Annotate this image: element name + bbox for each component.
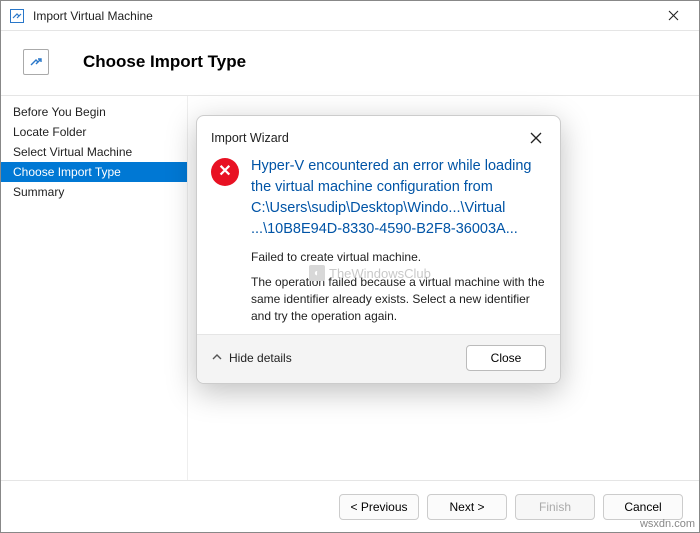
dialog-close-x[interactable] <box>524 126 548 150</box>
hide-details-label: Hide details <box>229 351 292 365</box>
app-icon <box>9 8 25 24</box>
next-button[interactable]: Next > <box>427 494 507 520</box>
window-close-button[interactable] <box>653 2 693 30</box>
dialog-subtext-2: The operation failed because a virtual m… <box>251 274 546 324</box>
wizard-footer: < Previous Next > Finish Cancel <box>1 480 699 532</box>
dialog-headline: Hyper-V encountered an error while loadi… <box>251 156 546 240</box>
sidebar-item-choose-import-type[interactable]: Choose Import Type <box>1 162 187 182</box>
cancel-button[interactable]: Cancel <box>603 494 683 520</box>
import-wizard-error-dialog: Import Wizard ✕ Hyper-V encountered an e… <box>196 115 561 384</box>
page-title: Choose Import Type <box>83 52 246 72</box>
dialog-body: ✕ Hyper-V encountered an error while loa… <box>197 156 560 334</box>
chevron-up-icon <box>211 351 223 366</box>
titlebar-left: Import Virtual Machine <box>9 8 153 24</box>
wizard-sidebar: Before You Begin Locate Folder Select Vi… <box>1 96 187 491</box>
wizard-icon <box>23 49 49 75</box>
finish-button: Finish <box>515 494 595 520</box>
dialog-title: Import Wizard <box>211 131 289 145</box>
sidebar-item-locate-folder[interactable]: Locate Folder <box>1 122 187 142</box>
dialog-close-button[interactable]: Close <box>466 345 546 371</box>
sidebar-item-summary[interactable]: Summary <box>1 182 187 202</box>
hide-details-toggle[interactable]: Hide details <box>211 351 292 366</box>
dialog-footer: Hide details Close <box>197 334 560 383</box>
titlebar-title: Import Virtual Machine <box>33 9 153 23</box>
titlebar: Import Virtual Machine <box>1 1 699 31</box>
dialog-subtext-1: Failed to create virtual machine. <box>251 250 546 264</box>
dialog-titlebar: Import Wizard <box>197 116 560 156</box>
error-icon: ✕ <box>211 156 239 324</box>
wizard-header: Choose Import Type <box>1 31 699 96</box>
previous-button[interactable]: < Previous <box>339 494 419 520</box>
import-vm-window: Import Virtual Machine Choose Import Typ… <box>0 0 700 533</box>
dialog-message: Hyper-V encountered an error while loadi… <box>251 156 546 324</box>
sidebar-item-select-vm[interactable]: Select Virtual Machine <box>1 142 187 162</box>
sidebar-item-before-you-begin[interactable]: Before You Begin <box>1 102 187 122</box>
